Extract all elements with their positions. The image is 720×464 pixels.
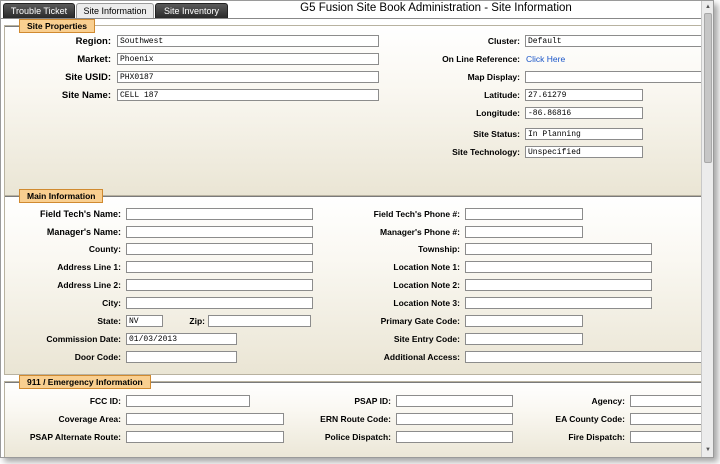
region-field[interactable]: Southwest	[117, 35, 379, 47]
ea-county-code-label: EA County Code:	[555, 414, 625, 424]
township-field[interactable]	[465, 243, 652, 255]
main-information-section: Main Information Field Tech's Name: Mana…	[4, 189, 701, 375]
address-line-1-label: Address Line 1:	[57, 262, 121, 272]
ea-county-code-field[interactable]	[630, 413, 701, 425]
city-field[interactable]	[126, 297, 313, 309]
location-note-2-label: Location Note 2:	[393, 280, 460, 290]
state-field[interactable]: NV	[126, 315, 163, 327]
primary-gate-code-label: Primary Gate Code:	[380, 316, 460, 326]
main-content: Site Properties Region: Southwest Market…	[1, 19, 701, 457]
emergency-information-section: 911 / Emergency Information FCC ID: Cove…	[4, 375, 701, 457]
commission-date-label: Commission Date:	[46, 334, 121, 344]
additional-access-label: Additional Access:	[383, 352, 460, 362]
field-tech-name-label: Field Tech's Name:	[40, 209, 121, 219]
site-properties-section: Site Properties Region: Southwest Market…	[4, 19, 701, 197]
market-label: Market:	[77, 54, 111, 65]
site-usid-label: Site USID:	[65, 72, 111, 83]
page-title: G5 Fusion Site Book Administration - Sit…	[300, 2, 572, 14]
additional-access-field[interactable]	[465, 351, 701, 363]
psap-id-label: PSAP ID:	[354, 396, 391, 406]
door-code-label: Door Code:	[74, 352, 121, 362]
field-tech-phone-label: Field Tech's Phone #:	[373, 209, 460, 219]
site-status-field[interactable]: In Planning	[525, 128, 643, 140]
county-field[interactable]	[126, 243, 313, 255]
manager-phone-label: Manager's Phone #:	[380, 227, 460, 237]
online-reference-label: On Line Reference:	[442, 54, 520, 64]
field-tech-phone-field[interactable]	[465, 208, 583, 220]
map-display-field[interactable]	[525, 71, 701, 83]
agency-field[interactable]	[630, 395, 701, 407]
section-legend: Site Properties	[19, 19, 95, 33]
location-note-2-field[interactable]	[465, 279, 652, 291]
vertical-scrollbar[interactable]: ▲ ▼	[701, 1, 713, 457]
address-line-1-field[interactable]	[126, 261, 313, 273]
site-entry-code-field[interactable]	[465, 333, 583, 345]
tab-site-inventory[interactable]: Site Inventory	[155, 3, 228, 19]
location-note-1-field[interactable]	[465, 261, 652, 273]
longitude-label: Longitude:	[476, 108, 520, 118]
psap-id-field[interactable]	[396, 395, 513, 407]
market-field[interactable]: Phoenix	[117, 53, 379, 65]
field-tech-name-field[interactable]	[126, 208, 313, 220]
fcc-id-label: FCC ID:	[89, 396, 121, 406]
section-legend: 911 / Emergency Information	[19, 375, 151, 389]
site-status-label: Site Status:	[473, 129, 520, 139]
region-label: Region:	[75, 36, 111, 47]
psap-alternate-route-label: PSAP Alternate Route:	[29, 432, 121, 442]
site-usid-field[interactable]: PHX0187	[117, 71, 379, 83]
tab-trouble-ticket[interactable]: Trouble Ticket	[3, 3, 75, 19]
latitude-field[interactable]: 27.61279	[525, 89, 643, 101]
fire-dispatch-label: Fire Dispatch:	[568, 432, 625, 442]
map-display-label: Map Display:	[467, 72, 520, 82]
manager-name-field[interactable]	[126, 226, 313, 238]
psap-alternate-route-field[interactable]	[126, 431, 284, 443]
manager-phone-field[interactable]	[465, 226, 583, 238]
zip-field[interactable]	[208, 315, 311, 327]
address-line-2-field[interactable]	[126, 279, 313, 291]
tab-bar: Trouble Ticket Site Information Site Inv…	[1, 1, 701, 19]
police-dispatch-field[interactable]	[396, 431, 513, 443]
primary-gate-code-field[interactable]	[465, 315, 583, 327]
police-dispatch-label: Police Dispatch:	[324, 432, 391, 442]
cluster-field[interactable]: Default	[525, 35, 701, 47]
fire-dispatch-field[interactable]	[630, 431, 701, 443]
tab-site-information[interactable]: Site Information	[76, 3, 154, 19]
site-technology-label: Site Technology:	[452, 147, 520, 157]
coverage-area-field[interactable]	[126, 413, 284, 425]
longitude-field[interactable]: -86.86816	[525, 107, 643, 119]
section-legend: Main Information	[19, 189, 104, 203]
city-label: City:	[102, 298, 121, 308]
ern-route-code-label: ERN Route Code:	[320, 414, 391, 424]
latitude-label: Latitude:	[484, 90, 520, 100]
app-window: Trouble Ticket Site Information Site Inv…	[0, 0, 714, 458]
scroll-up-icon[interactable]: ▲	[703, 2, 713, 12]
site-entry-code-label: Site Entry Code:	[393, 334, 460, 344]
site-name-field[interactable]: CELL 187	[117, 89, 379, 101]
zip-label: Zip:	[189, 316, 205, 326]
scroll-down-icon[interactable]: ▼	[703, 445, 713, 455]
location-note-3-field[interactable]	[465, 297, 652, 309]
commission-date-field[interactable]: 01/03/2013	[126, 333, 237, 345]
site-name-label: Site Name:	[61, 90, 111, 101]
township-label: Township:	[418, 244, 460, 254]
divider	[5, 196, 701, 197]
scrollbar-thumb[interactable]	[704, 13, 712, 163]
county-label: County:	[88, 244, 121, 254]
fcc-id-field[interactable]	[126, 395, 250, 407]
coverage-area-label: Coverage Area:	[58, 414, 121, 424]
manager-name-label: Manager's Name:	[46, 227, 121, 237]
state-label: State:	[97, 316, 121, 326]
door-code-field[interactable]	[126, 351, 237, 363]
ern-route-code-field[interactable]	[396, 413, 513, 425]
location-note-1-label: Location Note 1:	[393, 262, 460, 272]
site-technology-field[interactable]: Unspecified	[525, 146, 643, 158]
address-line-2-label: Address Line 2:	[57, 280, 121, 290]
online-reference-link[interactable]: Click Here	[526, 54, 565, 64]
cluster-label: Cluster:	[487, 36, 520, 46]
location-note-3-label: Location Note 3:	[393, 298, 460, 308]
agency-label: Agency:	[591, 396, 625, 406]
